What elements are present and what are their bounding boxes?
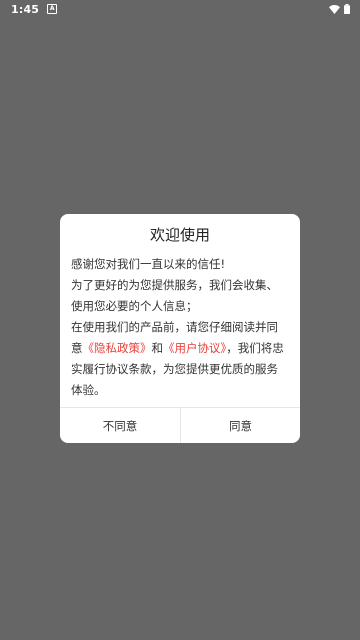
dialog-body: 感谢您对我们一直以来的信任! 为了更好的为您提供服务，我们会收集、使用您必要的个… xyxy=(71,254,289,401)
privacy-policy-link[interactable]: 《隐私政策》 xyxy=(83,341,152,355)
status-right xyxy=(329,4,350,14)
welcome-dialog: 欢迎使用 感谢您对我们一直以来的信任! 为了更好的为您提供服务，我们会收集、使用… xyxy=(60,214,300,443)
dialog-line-collect: 为了更好的为您提供服务，我们会收集、使用您必要的个人信息； xyxy=(71,278,278,313)
status-left: 1:45 A xyxy=(11,2,58,16)
dialog-title: 欢迎使用 xyxy=(149,226,210,244)
battery-icon xyxy=(344,4,350,14)
dialog-line-thanks: 感谢您对我们一直以来的信任! xyxy=(71,257,226,271)
disagree-button[interactable]: 不同意 xyxy=(60,408,180,443)
status-bar: 1:45 A xyxy=(0,0,360,18)
wifi-icon xyxy=(329,4,340,14)
user-agreement-link[interactable]: 《用户协议》 xyxy=(163,341,226,355)
dialog-line-consent: 在使用我们的产品前，请您仔细阅读并同意《隐私政策》和《用户协议》，我们将忠实履行… xyxy=(71,317,289,401)
notification-icon: A xyxy=(47,4,58,14)
agree-button[interactable]: 同意 xyxy=(181,408,300,443)
status-time: 1:45 xyxy=(11,2,40,16)
and-text: 和 xyxy=(151,341,164,355)
